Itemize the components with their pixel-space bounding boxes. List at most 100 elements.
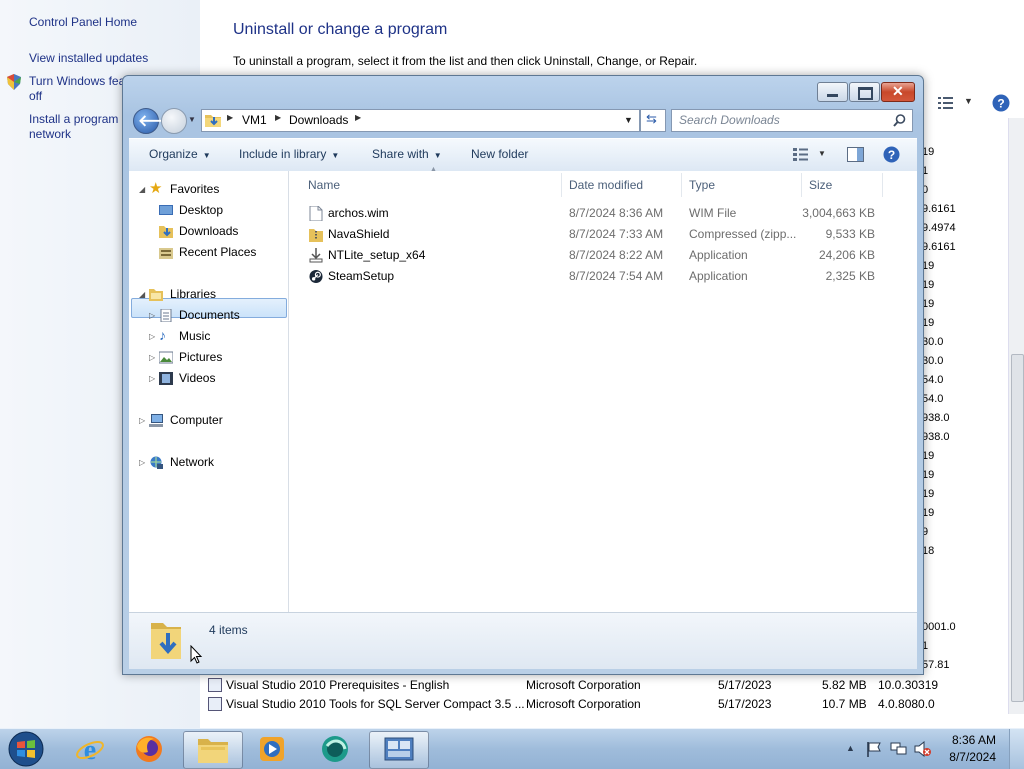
file-row[interactable]: NTLite_setup_x64 8/7/2024 8:22 AM Applic… (289, 245, 917, 266)
firefox-icon (136, 736, 162, 762)
minimize-button[interactable] (817, 82, 848, 102)
start-button[interactable] (6, 730, 46, 768)
file-row[interactable]: NavaShield 8/7/2024 7:33 AM Compressed (… (289, 224, 917, 245)
collapsed-arrow-icon[interactable]: ▷ (149, 306, 155, 325)
explorer-window: ✕ 🡐 ▼ ▶ VM1 ▶ Downloads ▶ ▼ ⇆ Search Dow… (122, 75, 924, 675)
turn-windows-features-line2: off (29, 89, 43, 103)
view-dropdown-arrow-icon[interactable]: ▼ (964, 96, 973, 106)
file-row[interactable]: SteamSetup 8/7/2024 7:54 AM Application … (289, 266, 917, 287)
column-header-type[interactable]: Type (689, 178, 715, 192)
file-date: 8/7/2024 7:33 AM (569, 227, 664, 241)
cp-toolbar-right: ▼ ? (930, 92, 1024, 114)
nav-downloads[interactable]: Downloads (159, 222, 279, 241)
close-button[interactable]: ✕ (881, 82, 915, 102)
help-icon[interactable]: ? (992, 94, 1010, 112)
music-note-icon: ♪ (159, 327, 166, 343)
nav-music[interactable]: ▷ ♪ Music (149, 327, 279, 346)
file-size: 2,325 KB (825, 269, 875, 283)
address-history-dropdown-icon[interactable]: ▼ (624, 115, 633, 125)
breadcrumb-separator-icon[interactable]: ▶ (355, 113, 361, 122)
refresh-button[interactable]: ⇆ (640, 109, 666, 132)
expanded-arrow-icon[interactable]: ◢ (139, 285, 145, 304)
search-icon[interactable] (893, 114, 906, 127)
column-separator[interactable] (681, 173, 682, 197)
nav-computer[interactable]: ▷ Computer (139, 411, 279, 430)
collapsed-arrow-icon[interactable]: ▷ (139, 411, 145, 430)
program-version-fragment: 19 (922, 317, 935, 329)
column-header-date-modified[interactable]: Date modified (569, 178, 643, 192)
internet-explorer-taskbar-button[interactable]: e (62, 731, 120, 767)
column-separator[interactable] (882, 173, 883, 197)
show-hidden-icons-icon[interactable]: ▲ (846, 743, 855, 753)
nav-network[interactable]: ▷ Network (139, 453, 279, 472)
control-panel-taskbar-button[interactable] (369, 731, 429, 769)
maximize-button[interactable] (849, 82, 880, 102)
collapsed-arrow-icon[interactable]: ▷ (149, 327, 155, 346)
back-button[interactable]: 🡐 (133, 108, 181, 134)
column-separator[interactable] (561, 173, 562, 197)
new-folder-button[interactable]: New folder (471, 147, 528, 161)
nav-documents[interactable]: ▷ Documents (149, 306, 279, 325)
view-menu-arrow-icon[interactable]: ▼ (818, 149, 826, 158)
view-options-icon[interactable] (938, 96, 954, 110)
collapsed-arrow-icon[interactable]: ▷ (149, 348, 155, 367)
collapsed-arrow-icon[interactable]: ▷ (149, 369, 155, 388)
organize-button[interactable]: Organize ▼ (149, 147, 211, 161)
explorer-taskbar-button[interactable] (183, 731, 243, 769)
program-version-fragment: 9.6161 (922, 241, 956, 253)
install-from-network-link[interactable]: Install a program network (29, 112, 118, 142)
column-header-size[interactable]: Size (809, 178, 832, 192)
firefox-taskbar-button[interactable] (121, 731, 179, 767)
app-taskbar-button[interactable] (306, 731, 364, 767)
nav-libraries[interactable]: ◢ Libraries (139, 285, 283, 304)
programs-scrollbar[interactable] (1008, 118, 1024, 714)
clock-time[interactable]: 8:36 AM (952, 733, 996, 747)
install-from-network-line1: Install a program (29, 112, 119, 126)
nav-desktop[interactable]: Desktop (159, 201, 279, 220)
address-bar[interactable]: ▶ VM1 ▶ Downloads ▶ ▼ (201, 109, 640, 132)
control-panel-home-link[interactable]: Control Panel Home (29, 15, 137, 30)
file-row[interactable]: archos.wim 8/7/2024 8:36 AM WIM File 3,0… (289, 203, 917, 224)
clock-date[interactable]: 8/7/2024 (949, 750, 996, 764)
program-row[interactable]: Visual Studio 2010 Tools for SQL Server … (208, 695, 968, 713)
item-count: 4 items (209, 623, 248, 637)
nav-favorites[interactable]: ◢ ★ Favorites (139, 180, 283, 199)
search-input[interactable]: Search Downloads (671, 109, 913, 132)
collapsed-arrow-icon[interactable]: ▷ (139, 453, 145, 472)
nav-videos[interactable]: ▷ Videos (149, 369, 279, 388)
program-name: Visual Studio 2010 Tools for SQL Server … (226, 697, 525, 711)
media-player-taskbar-button[interactable] (244, 731, 302, 767)
forward-button[interactable] (161, 108, 187, 134)
column-separator[interactable] (801, 173, 802, 197)
column-header-name[interactable]: Name (308, 178, 340, 192)
svg-text:?: ? (888, 148, 895, 162)
file-size: 3,004,663 KB (802, 206, 875, 220)
volume-muted-icon[interactable] (914, 741, 932, 757)
preview-pane-icon[interactable] (847, 147, 864, 162)
program-version-fragment: 19 (922, 450, 935, 462)
breadcrumb-separator-icon[interactable]: ▶ (275, 113, 281, 122)
change-view-icon[interactable] (793, 148, 809, 161)
include-in-library-label: Include in library (239, 147, 327, 161)
include-in-library-button[interactable]: Include in library ▼ (239, 147, 339, 161)
breadcrumb-separator-icon[interactable]: ▶ (227, 113, 233, 122)
program-row[interactable]: Visual Studio 2010 Prerequisites - Engli… (208, 676, 968, 694)
show-desktop-button[interactable] (1009, 729, 1024, 769)
share-with-button[interactable]: Share with ▼ (372, 147, 442, 161)
svg-text:?: ? (997, 97, 1004, 111)
svg-text:e: e (84, 735, 96, 764)
program-version-fragment: 9.4974 (922, 222, 956, 234)
help-icon[interactable]: ? (883, 146, 900, 163)
scrollbar-thumb[interactable] (1011, 354, 1024, 702)
expanded-arrow-icon[interactable]: ◢ (139, 180, 145, 199)
nav-recent-places[interactable]: Recent Places (159, 243, 279, 262)
nav-pictures[interactable]: ▷ Pictures (149, 348, 279, 367)
action-center-flag-icon[interactable] (866, 741, 882, 757)
turn-windows-features-link[interactable]: Turn Windows fea off (29, 74, 125, 104)
file-size: 24,206 KB (818, 248, 875, 262)
view-installed-updates-link[interactable]: View installed updates (29, 51, 148, 66)
breadcrumb-vm1[interactable]: VM1 (242, 113, 267, 127)
breadcrumb-downloads[interactable]: Downloads (289, 113, 348, 127)
network-status-icon[interactable] (890, 741, 908, 757)
recent-pages-arrow-icon[interactable]: ▼ (188, 115, 196, 124)
